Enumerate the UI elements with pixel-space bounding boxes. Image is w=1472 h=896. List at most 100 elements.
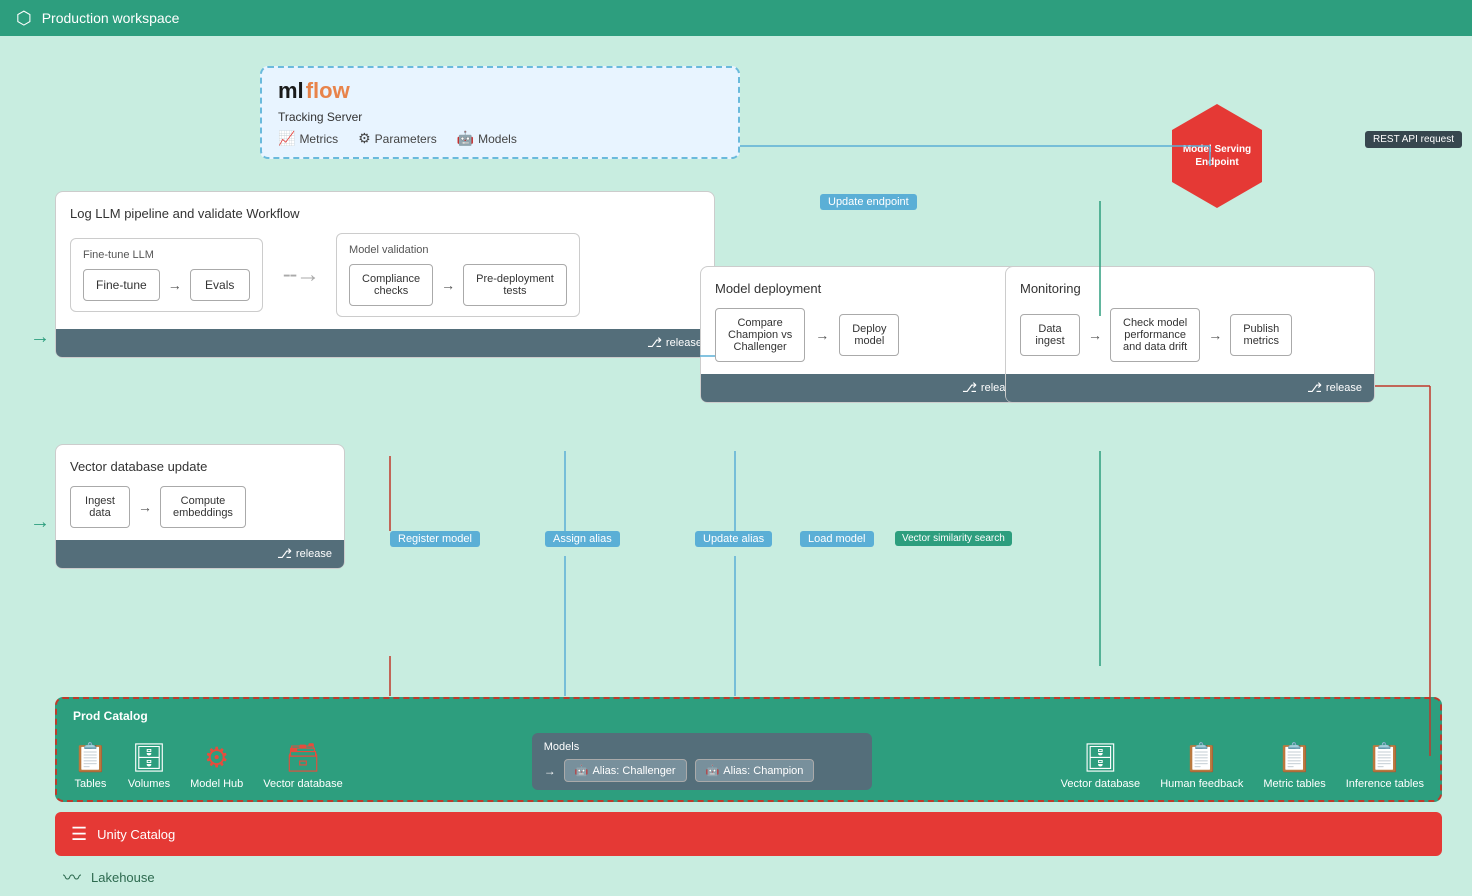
tracking-server-label: Tracking Server: [278, 110, 722, 124]
check-model-performance: Check model performance and data drift: [1110, 308, 1200, 362]
metric-tables-icon: 📋: [1277, 741, 1312, 774]
models-catalog-box: Models → 🤖 Alias: Challenger 🤖 Alias: Ch…: [532, 733, 872, 790]
vector-right-icon: 🗄: [1083, 741, 1119, 774]
fine-tune-box: Fine-tune LLM Fine-tune → Evals: [70, 238, 263, 312]
catalog-volumes: 🗄 Volumes: [128, 741, 170, 790]
fine-tune-step2: Evals: [190, 269, 250, 301]
arrow-vec: →: [138, 499, 152, 515]
release-icon-3: ⎇: [1307, 380, 1322, 396]
mlflow-models: 🤖 Models: [457, 130, 517, 147]
catalog-vector-label: Vector database: [263, 778, 343, 790]
release-icon-1: ⎇: [647, 335, 662, 351]
catalog-vector-db: 🗃 Vector database: [263, 741, 343, 790]
monitoring-release-text: ⎇ release: [1307, 380, 1362, 396]
fine-tune-title: Fine-tune LLM: [83, 249, 250, 261]
vector-similarity-badge: Vector similarity search: [895, 531, 1012, 546]
arrow-mon-2: →: [1208, 327, 1222, 343]
mlflow-items-row: 📈 Metrics ⚙ Parameters 🤖 Models: [278, 130, 722, 147]
register-model-badge: Register model: [390, 531, 480, 547]
data-ingest: Data ingest: [1020, 314, 1080, 356]
inference-tables-icon: 📋: [1367, 741, 1402, 774]
arrow-mon-1: →: [1088, 327, 1102, 343]
top-bar-title: Production workspace: [42, 10, 180, 26]
assign-alias-badge: Assign alias: [545, 531, 620, 547]
models-title: Models: [544, 741, 860, 753]
model-validation-title: Model validation: [349, 244, 567, 256]
arrow-2: →: [441, 277, 455, 293]
release-icon-4: ⎇: [277, 546, 292, 562]
workflow-box: Log LLM pipeline and validate Workflow F…: [55, 191, 715, 358]
monitoring-release-bar: ⎇ release: [1006, 374, 1374, 402]
compare-champion: Compare Champion vs Challenger: [715, 308, 805, 362]
catalog-human-feedback: 📋 Human feedback: [1160, 741, 1243, 790]
workflow-release-text: ⎇ release: [647, 335, 702, 351]
human-feedback-icon: 📋: [1184, 741, 1219, 774]
catalog-vector-db-right: 🗄 Vector database: [1061, 741, 1141, 790]
model-hub-label: Model Hub: [190, 778, 243, 790]
human-feedback-label: Human feedback: [1160, 778, 1243, 790]
workflow-release-bar: ⎇ release: [56, 329, 714, 357]
vector-db-box: Vector database update Ingest data → Com…: [55, 444, 345, 569]
arrow-1: →: [168, 277, 182, 293]
prod-catalog: Prod Catalog 📋 Tables 🗄 Volumes ⚙ Model …: [55, 697, 1442, 802]
update-alias-badge: Update alias: [695, 531, 772, 547]
model-deployment-box: Model deployment Compare Champion vs Cha…: [700, 266, 1030, 403]
model-serving-hexagon: Model Serving Endpoint: [1172, 104, 1262, 208]
metric-tables-label: Metric tables: [1263, 778, 1325, 790]
workflow-title: Log LLM pipeline and validate Workflow: [70, 206, 700, 221]
prod-catalog-title: Prod Catalog: [73, 709, 1424, 723]
rest-api-badge: REST API request: [1365, 131, 1462, 148]
dashed-connector: - - →: [283, 261, 316, 289]
publish-metrics: Publish metrics: [1230, 314, 1292, 356]
catalog-model-hub: ⚙ Model Hub: [190, 741, 243, 790]
monitoring-box: Monitoring Data ingest → Check model per…: [1005, 266, 1375, 403]
catalog-inference-tables: 📋 Inference tables: [1346, 741, 1424, 790]
update-endpoint-badge: Update endpoint: [820, 194, 917, 210]
lakehouse-bar: 〰 Lakehouse: [55, 864, 1442, 890]
pre-deployment-tests: Pre-deployment tests: [463, 264, 567, 306]
mlflow-parameters: ⚙ Parameters: [358, 130, 437, 147]
lakehouse-icon: 〰: [63, 864, 81, 890]
vector-db-icon: 🗃: [285, 741, 321, 774]
tables-icon: 📋: [73, 741, 108, 774]
mlflow-box: mlflow Tracking Server 📈 Metrics ⚙ Param…: [260, 66, 740, 159]
green-arrow-2: →: [30, 511, 50, 534]
deploy-model: Deploy model: [839, 314, 899, 356]
inference-tables-label: Inference tables: [1346, 778, 1424, 790]
hexagon-container: Model Serving Endpoint: [1172, 104, 1262, 208]
catalog-items-row: 📋 Tables 🗄 Volumes ⚙ Model Hub 🗃 Vector …: [73, 733, 1424, 790]
models-aliases-row: → 🤖 Alias: Challenger 🤖 Alias: Champion: [544, 759, 860, 782]
main-content: mlflow Tracking Server 📈 Metrics ⚙ Param…: [0, 36, 1472, 896]
mlflow-logo: mlflow: [278, 78, 722, 104]
deploy-release-bar: ⎇ release: [701, 374, 1029, 402]
volumes-icon: 🗄: [131, 741, 167, 774]
vector-right-label: Vector database: [1061, 778, 1141, 790]
catalog-metric-tables: 📋 Metric tables: [1263, 741, 1325, 790]
release-icon-2: ⎇: [962, 380, 977, 396]
compute-embeddings: Compute embeddings: [160, 486, 246, 528]
vector-release-bar: ⎇ release: [56, 540, 344, 568]
models-arrow: →: [544, 764, 556, 778]
top-bar-icon: ⬡: [16, 8, 32, 29]
fine-tune-step1: Fine-tune: [83, 269, 160, 301]
lakehouse-title: Lakehouse: [91, 870, 155, 885]
unity-catalog-bar: ☰ Unity Catalog: [55, 812, 1442, 856]
volumes-label: Volumes: [128, 778, 170, 790]
mlflow-metrics: 📈 Metrics: [278, 130, 338, 147]
tables-label: Tables: [75, 778, 107, 790]
ingest-data: Ingest data: [70, 486, 130, 528]
green-arrow-1: →: [30, 326, 50, 349]
arrow-deploy: →: [815, 327, 829, 343]
model-validation-box: Model validation Compliance checks → Pre…: [336, 233, 580, 317]
alias-challenger: 🤖 Alias: Challenger: [564, 759, 687, 782]
model-hub-icon: ⚙: [204, 741, 229, 774]
vector-db-title: Vector database update: [70, 459, 330, 474]
catalog-tables: 📋 Tables: [73, 741, 108, 790]
hexagon-text: Model Serving Endpoint: [1172, 133, 1262, 179]
vector-release-text: ⎇ release: [277, 546, 332, 562]
top-bar: ⬡ Production workspace: [0, 0, 1472, 36]
unity-catalog-icon: ☰: [71, 824, 87, 845]
alias-champion: 🤖 Alias: Champion: [695, 759, 815, 782]
model-deployment-title: Model deployment: [715, 281, 1015, 296]
compliance-checks: Compliance checks: [349, 264, 433, 306]
